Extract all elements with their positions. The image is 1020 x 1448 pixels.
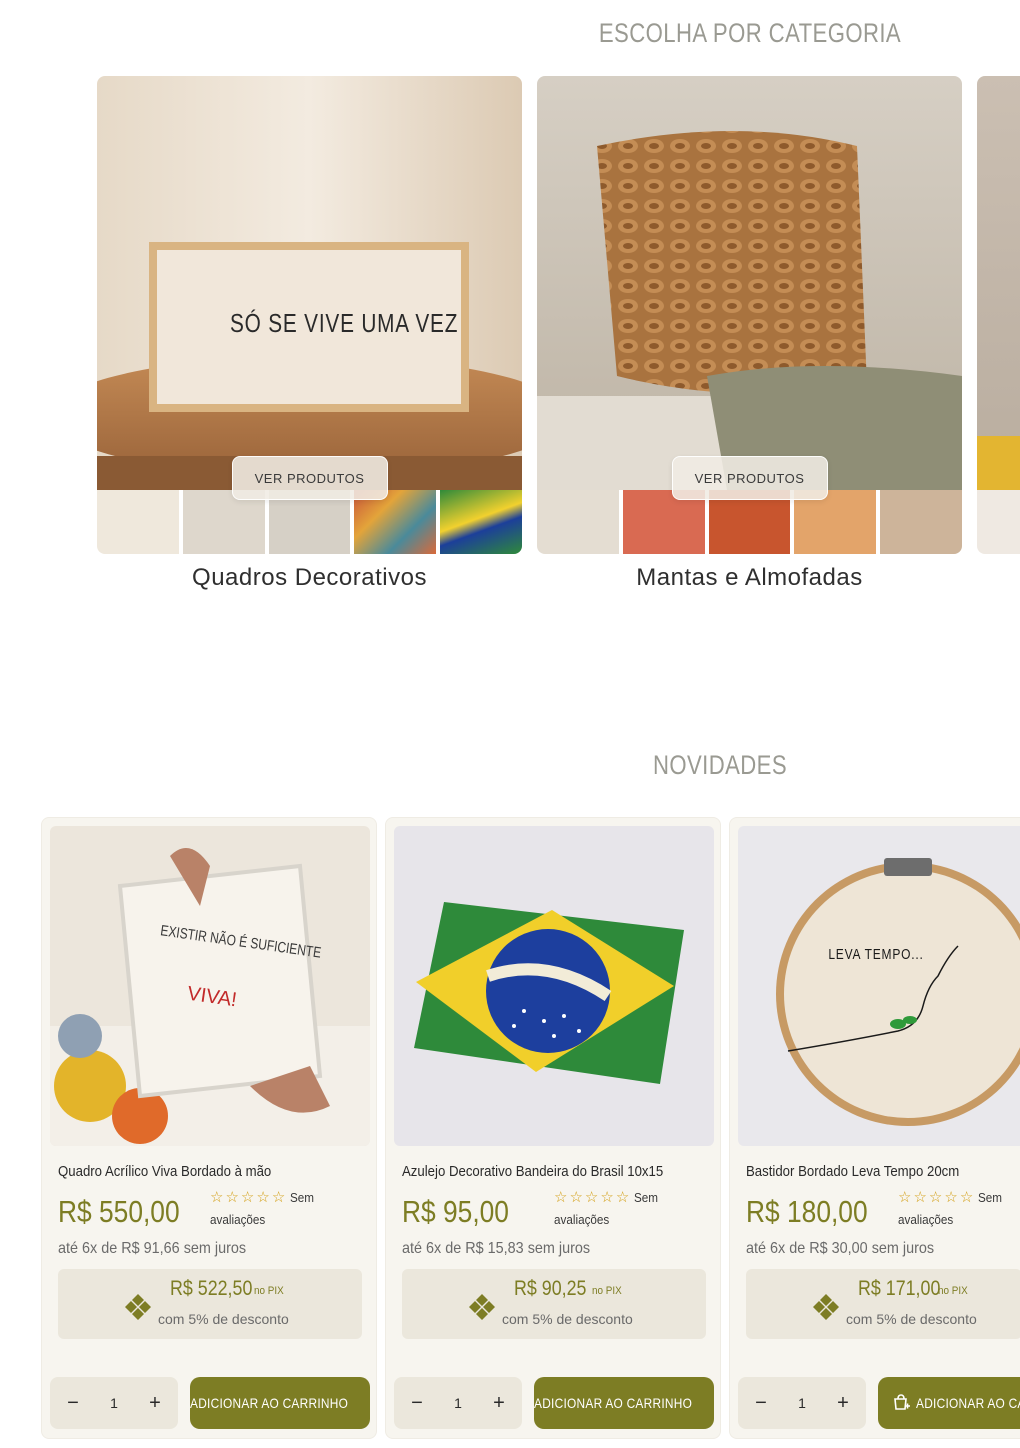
add-to-cart-button[interactable]: ADICIONAR AO CARRINHO: [534, 1377, 714, 1429]
product-image[interactable]: [738, 826, 1020, 1146]
star-icon: ☆: [615, 1189, 630, 1206]
pix-icon: [813, 1294, 839, 1320]
rating-text: avaliações: [898, 1212, 954, 1227]
rating-text: avaliações: [210, 1212, 266, 1227]
quantity-stepper[interactable]: − 1 +: [738, 1377, 866, 1429]
thumbnail[interactable]: [97, 490, 179, 554]
plus-icon[interactable]: +: [828, 1388, 858, 1418]
pix-discount: com 5% de desconto: [846, 1311, 977, 1327]
pix-discount: com 5% de desconto: [158, 1311, 289, 1327]
thumbnail[interactable]: [977, 490, 1020, 554]
categories-title: ESCOLHA POR CATEGORIA: [598, 18, 902, 48]
star-icon: ☆: [271, 1189, 286, 1206]
product-card[interactable]: EXISTIR NÃO É SUFICIENTE VIVA! Quadro Ac…: [41, 817, 377, 1439]
product-card[interactable]: Azulejo Decorativo Bandeira do Brasil 10…: [385, 817, 721, 1439]
product-name[interactable]: Azulejo Decorativo Bandeira do Brasil 10…: [402, 1163, 663, 1180]
star-icon: ☆: [913, 1189, 927, 1206]
product-image-text: LEVA TEMPO...: [828, 946, 924, 963]
category-card-quadros[interactable]: SÓ SE VIVE UMA VEZ VER PRODUTOS: [97, 76, 522, 554]
pix-box: R$ 522,50 no PIX com 5% de desconto: [58, 1269, 362, 1339]
star-icon: ☆: [944, 1189, 958, 1206]
category-name[interactable]: Quadros Decorativos: [97, 564, 522, 592]
star-icon: ☆: [240, 1189, 255, 1206]
product-name[interactable]: Quadro Acrílico Viva Bordado à mão: [58, 1163, 271, 1180]
category-image-quadros: [97, 76, 522, 490]
add-to-cart-label: ADICIONAR AO CARRINHO: [534, 1395, 693, 1411]
installments-text: até 6x de R$ 91,66 sem juros: [58, 1240, 247, 1257]
quantity-stepper[interactable]: − 1 +: [50, 1377, 178, 1429]
minus-icon[interactable]: −: [746, 1388, 776, 1418]
quantity-value[interactable]: 1: [454, 1395, 462, 1411]
rating-stars: ☆ ☆ ☆ ☆ ☆ Sem: [210, 1190, 317, 1205]
rating-text: Sem: [978, 1190, 1003, 1205]
rating-text: avaliações: [554, 1212, 610, 1227]
star-icon: ☆: [225, 1189, 239, 1206]
cart-add-icon: [894, 1394, 910, 1410]
novidades-title: NOVIDADES: [652, 750, 788, 780]
product-price: R$ 180,00: [746, 1194, 868, 1229]
quantity-value[interactable]: 1: [110, 1395, 118, 1411]
installments-text: até 6x de R$ 15,83 sem juros: [402, 1240, 591, 1257]
pix-price: R$ 90,25: [514, 1277, 587, 1300]
hero-sign-text: SÓ SE VIVE UMA VEZ: [230, 308, 459, 338]
minus-icon[interactable]: −: [58, 1388, 88, 1418]
star-icon: ☆: [600, 1189, 614, 1206]
pix-box: R$ 171,00 no PIX com 5% de desconto: [746, 1269, 1020, 1339]
rating-text: Sem: [290, 1190, 315, 1205]
category-image-partial: [977, 76, 1020, 490]
plus-icon[interactable]: +: [484, 1388, 514, 1418]
star-icon: ☆: [569, 1189, 583, 1206]
thumbnail[interactable]: [537, 490, 619, 554]
rating-stars: ☆ ☆ ☆ ☆ ☆ Sem: [898, 1190, 1005, 1205]
quantity-stepper[interactable]: − 1 +: [394, 1377, 522, 1429]
pix-label: no PIX: [254, 1285, 284, 1297]
star-icon: ☆: [554, 1189, 568, 1206]
thumbnail[interactable]: [440, 490, 522, 554]
add-to-cart-button[interactable]: ADICIONAR AO CARRINHO: [878, 1377, 1020, 1429]
category-image-mantas: [537, 76, 962, 490]
add-to-cart-button[interactable]: ADICIONAR AO CARRINHO: [190, 1377, 370, 1429]
star-icon: ☆: [584, 1189, 599, 1206]
product-price: R$ 550,00: [58, 1194, 180, 1229]
star-icon: ☆: [210, 1189, 224, 1206]
pix-discount: com 5% de desconto: [502, 1311, 633, 1327]
add-to-cart-label: ADICIONAR AO CARRINHO: [190, 1395, 349, 1411]
rating-text: Sem: [634, 1190, 659, 1205]
pix-box: R$ 90,25 no PIX com 5% de desconto: [402, 1269, 706, 1339]
category-card-mantas[interactable]: VER PRODUTOS: [537, 76, 962, 554]
pix-label: no PIX: [938, 1285, 968, 1297]
product-price: R$ 95,00: [402, 1194, 509, 1229]
pix-icon: [469, 1294, 495, 1320]
product-card[interactable]: LEVA TEMPO... Bastidor Bordado Leva Temp…: [729, 817, 1020, 1439]
star-icon: ☆: [959, 1189, 974, 1206]
star-icon: ☆: [898, 1189, 912, 1206]
pix-price: R$ 171,00: [858, 1277, 941, 1300]
ver-produtos-button[interactable]: VER PRODUTOS: [231, 456, 388, 500]
thumbnail[interactable]: [880, 490, 962, 554]
ver-produtos-button[interactable]: VER PRODUTOS: [671, 456, 828, 500]
add-to-cart-label: ADICIONAR AO CARRINHO: [916, 1395, 1020, 1411]
pix-price: R$ 522,50: [170, 1277, 253, 1300]
pix-label: no PIX: [592, 1285, 622, 1297]
installments-text: até 6x de R$ 30,00 sem juros: [746, 1240, 935, 1257]
category-name[interactable]: Mantas e Almofadas: [537, 564, 962, 592]
product-image[interactable]: [394, 826, 714, 1146]
star-icon: ☆: [256, 1189, 270, 1206]
rating-stars: ☆ ☆ ☆ ☆ ☆ Sem: [554, 1190, 661, 1205]
star-icon: ☆: [928, 1189, 943, 1206]
product-name[interactable]: Bastidor Bordado Leva Tempo 20cm: [746, 1163, 959, 1180]
plus-icon[interactable]: +: [140, 1388, 170, 1418]
pix-icon: [125, 1294, 151, 1320]
minus-icon[interactable]: −: [402, 1388, 432, 1418]
category-image-detail: [977, 436, 1020, 490]
quantity-value[interactable]: 1: [798, 1395, 806, 1411]
category-card-partial[interactable]: [977, 76, 1020, 554]
